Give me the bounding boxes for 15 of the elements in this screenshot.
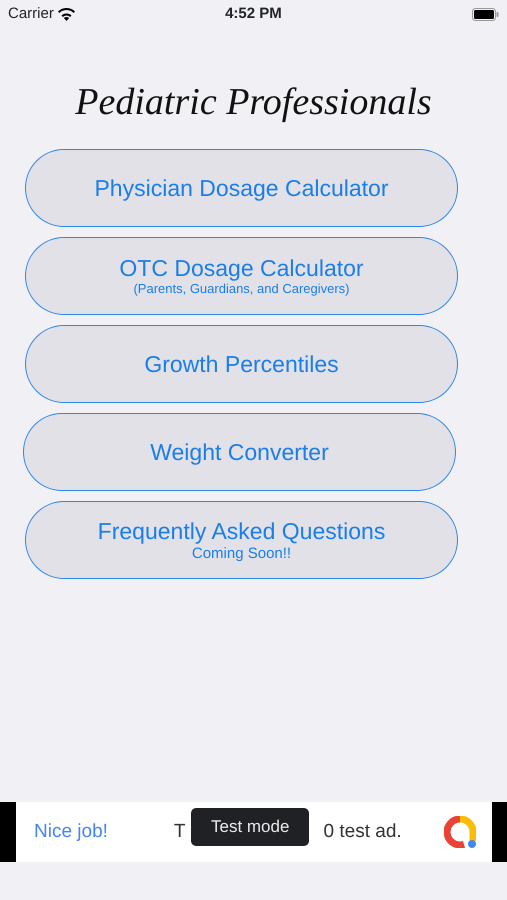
tooltip: Test mode bbox=[191, 808, 310, 846]
battery-icon bbox=[472, 8, 499, 20]
menu-button[interactable]: Growth Percentiles bbox=[25, 325, 458, 403]
menu-button[interactable]: Physician Dosage Calculator bbox=[25, 149, 458, 227]
menu-button[interactable]: OTC Dosage Calculator (Parents, Guardians, and Caregivers) bbox=[25, 237, 458, 315]
menu-button[interactable]: Weight Converter bbox=[23, 413, 456, 491]
menu-button[interactable]: Frequently Asked Questions Coming Soon!! bbox=[25, 501, 458, 579]
carrier-label: Carrier bbox=[8, 4, 54, 24]
ad-text: 0 test ad. bbox=[324, 820, 402, 844]
ad-logo-icon bbox=[444, 816, 476, 848]
ad-text: T bbox=[174, 820, 186, 844]
clock-time: 4:52 PM bbox=[225, 4, 282, 24]
ad-headline[interactable]: Nice job! bbox=[34, 818, 108, 846]
wifi-icon bbox=[58, 8, 75, 20]
app-title: Pediatric Professionals bbox=[74, 80, 433, 125]
